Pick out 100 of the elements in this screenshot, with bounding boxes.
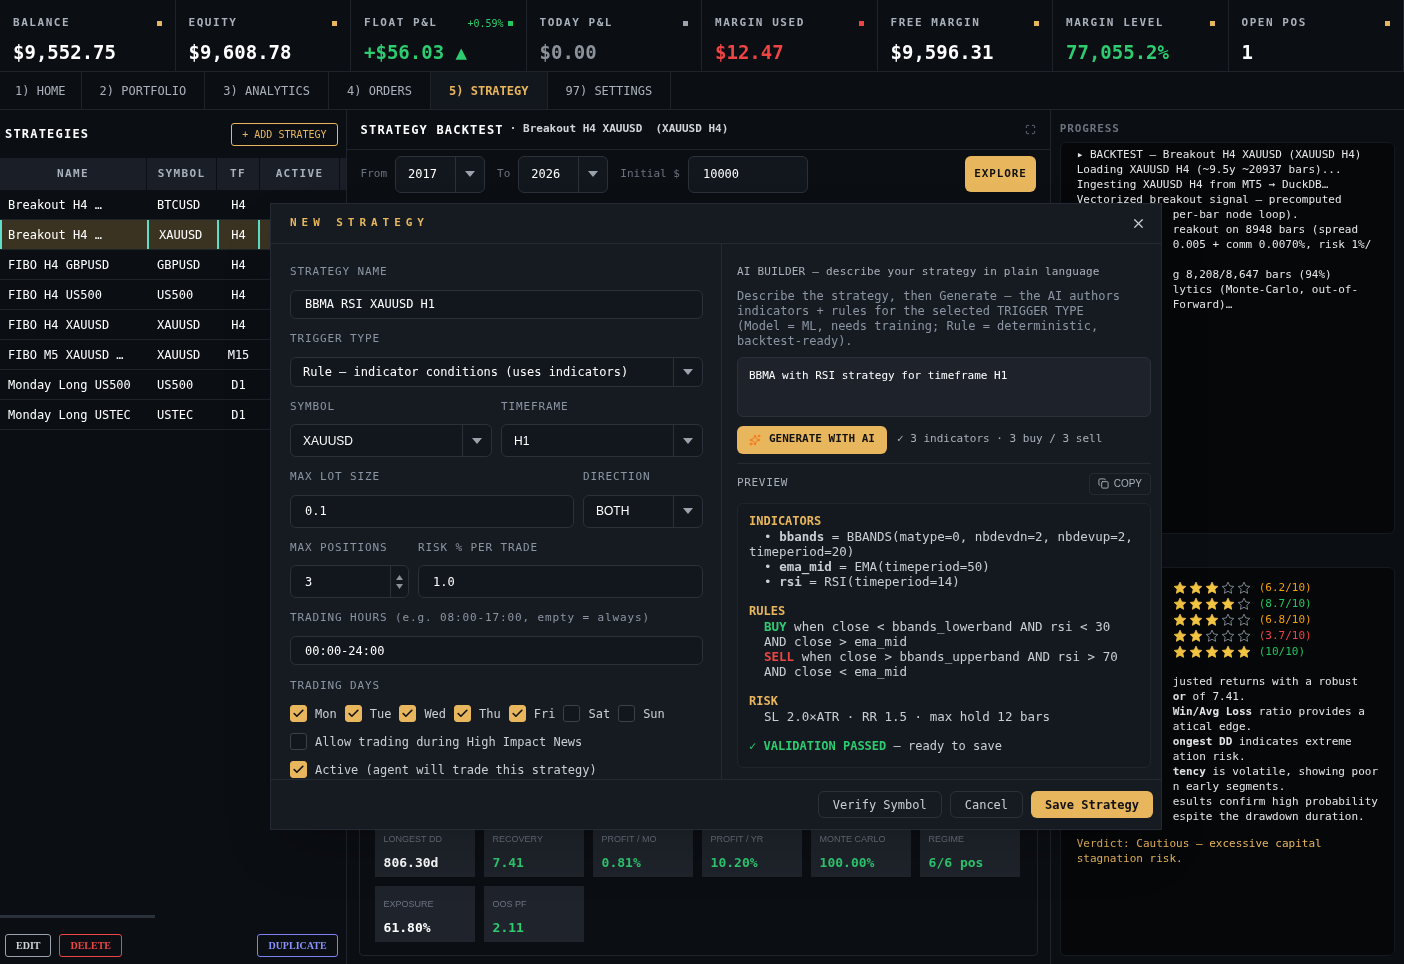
dialog-button[interactable]: Cancel	[949, 791, 1024, 818]
validation-status: ✓ VALIDATION PASSED — ready to save	[749, 738, 1003, 754]
metric-label: PROFIT / MO	[601, 833, 658, 846]
nav-tab[interactable]: 1) HOME	[0, 72, 82, 109]
field-label: RISK % PER TRADE	[418, 539, 540, 556]
field-label: DIRECTION	[583, 469, 652, 486]
metric-label: LONGEST DD	[383, 833, 443, 846]
metric-label: PROFIT / YR	[710, 833, 765, 846]
direction-select[interactable]: BOTH	[583, 494, 703, 528]
table-cell-text: XAUUSD	[156, 316, 202, 334]
column-header: NAME	[0, 158, 147, 190]
checkbox[interactable]	[290, 705, 307, 723]
checkbox[interactable]	[563, 705, 581, 723]
explore-button[interactable]: EXPLORE	[965, 156, 1036, 192]
star-icon	[1188, 596, 1203, 611]
log-line: per-bar node loop).	[1172, 206, 1299, 222]
prompt-field[interactable]: BBMA with RSI strategy for timeframe H1	[737, 356, 1151, 417]
star-icon	[1188, 580, 1203, 595]
checkbox[interactable]	[454, 705, 472, 723]
delete-button[interactable]: DELETE	[59, 934, 123, 957]
dialog-button[interactable]: Verify Symbol	[817, 791, 942, 818]
star-icon	[1220, 580, 1235, 595]
star-icon	[1204, 580, 1219, 595]
checkbox-label: Fri	[533, 706, 556, 723]
stat-value: $0.00	[539, 39, 598, 65]
table-cell-text: FIBO H4 US500	[7, 286, 103, 304]
max-lot-size-field[interactable]: 0.1	[290, 494, 574, 528]
preview-line: • bbands = BBANDS(matype=0, nbdevdn=2, nbdevup=2, timeperiod=20)	[749, 528, 1134, 559]
spin-up-icon[interactable]	[396, 574, 403, 580]
caret-icon	[465, 171, 476, 177]
caret-icon	[683, 368, 693, 375]
log-line: 0.005 + comm 0.0070%, risk 1%/	[1172, 236, 1372, 252]
preview-heading: RISK	[749, 693, 779, 709]
column-header: SYMBOL	[147, 158, 217, 190]
checkbox[interactable]	[508, 705, 526, 723]
nav-tab[interactable]: 97) SETTINGS	[547, 72, 672, 109]
max-positions-field[interactable]: 3	[290, 565, 409, 599]
stat-change: +0.59%	[467, 16, 504, 31]
trigger-type-select[interactable]: Rule — indicator conditions (uses indicators)	[290, 356, 703, 387]
stat-label: FLOAT P&L	[364, 15, 438, 31]
year-select[interactable]: 2026	[518, 155, 609, 193]
rating-score: (6.2/10)	[1258, 580, 1312, 595]
star-icon	[1204, 628, 1219, 643]
table-cell-text: GBPUSD	[156, 256, 202, 274]
nav-tab[interactable]: 2) PORTFOLIO	[81, 72, 206, 109]
checkbox[interactable]	[399, 705, 417, 723]
log-line: g 8,208/8,647 bars (94%)	[1172, 266, 1332, 282]
rating-score: (3.7/10)	[1258, 628, 1312, 643]
strategy-name-field[interactable]: BBMA RSI XAUUSD H1	[290, 289, 703, 320]
symbol-select[interactable]: XAUUSD	[290, 424, 492, 458]
caret-icon	[683, 508, 693, 515]
metric-label: MONTE CARLO	[819, 833, 887, 846]
checkbox[interactable]	[618, 705, 636, 723]
table-cell-text: US500	[156, 376, 195, 394]
checkbox[interactable]	[290, 761, 307, 779]
rating-score: (8.7/10)	[1258, 596, 1312, 611]
preview-heading: INDICATORS	[749, 513, 823, 529]
preview-line: • ema_mid = EMA(timeperiod=50)	[764, 558, 991, 574]
risk-per-trade-field[interactable]: 1.0	[418, 565, 703, 599]
sparkle-icon	[749, 433, 761, 446]
trading-hours-field[interactable]: 00:00-24:00	[290, 635, 703, 666]
star-icon	[1236, 612, 1251, 627]
add-strategy-button[interactable]: + ADD STRATEGY	[231, 122, 338, 146]
analysis-line: ongest DD indicates extreme	[1172, 733, 1352, 749]
nav-tab[interactable]: 5) STRATEGY	[431, 72, 548, 109]
checkbox[interactable]	[290, 733, 307, 751]
copy-button[interactable]: COPY	[1088, 472, 1151, 495]
caret-icon	[588, 171, 599, 177]
duplicate-button[interactable]: DUPLICATE	[257, 934, 338, 957]
table-cell-text: H4	[230, 316, 247, 334]
table-cell-text: H4	[230, 196, 247, 214]
table-cell-text: XAUUSD	[156, 346, 202, 364]
analysis-line: esults confirm high probability	[1172, 793, 1378, 809]
checkbox[interactable]	[344, 705, 362, 723]
star-icon	[1172, 580, 1187, 595]
table-cell-text: BTCUSD	[156, 196, 202, 214]
nav-tab[interactable]: 3) ANALYTICS	[205, 72, 329, 109]
generate-button[interactable]: GENERATE WITH AI	[737, 425, 887, 454]
star-icon	[1220, 596, 1235, 611]
metric-value: 806.30d	[383, 853, 440, 872]
metric-value: 6/6 pos	[928, 853, 985, 872]
stat-value: $9,596.31	[890, 39, 995, 65]
metric-label: OOS PF	[492, 898, 528, 911]
star-icon	[1220, 628, 1235, 643]
stat-label: BALANCE	[13, 15, 71, 31]
close-icon[interactable]	[1131, 216, 1146, 231]
year-select[interactable]: 2017	[395, 155, 486, 193]
initial-capital-field[interactable]: 10000	[687, 155, 808, 193]
timeframe-select[interactable]: H1	[501, 424, 703, 458]
stat-label: OPEN POS	[1241, 15, 1307, 31]
metric-label: EXPOSURE	[383, 898, 435, 911]
spin-down-icon[interactable]	[396, 583, 403, 589]
log-line: Loading XAUUSD H4 (~9.5y ~20937 bars)...	[1076, 161, 1343, 177]
field-label: MAX POSITIONS	[290, 539, 389, 556]
edit-button[interactable]: EDIT	[5, 934, 52, 957]
star-icon	[1172, 596, 1187, 611]
star-icon	[1204, 644, 1219, 659]
save-button[interactable]: Save Strategy	[1031, 791, 1153, 818]
stat-value: $9,552.75	[13, 39, 117, 65]
expand-icon[interactable]	[1024, 124, 1036, 135]
